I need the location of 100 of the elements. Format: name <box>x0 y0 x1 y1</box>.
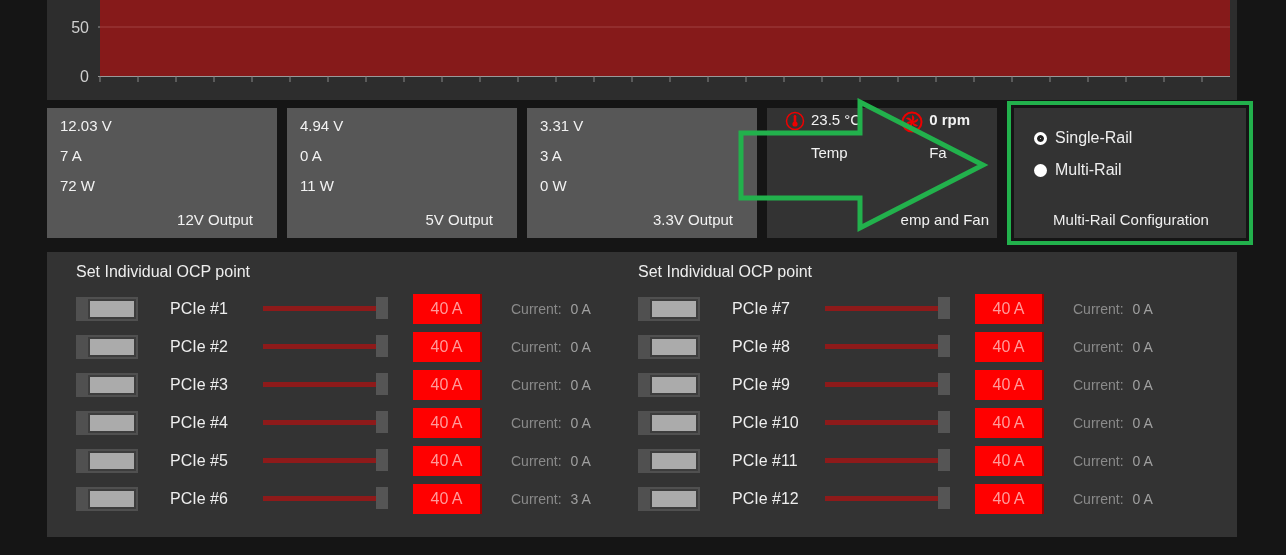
slider-thumb[interactable] <box>376 487 388 509</box>
axis-label: 0 <box>80 68 89 85</box>
current-label: Current: <box>1073 377 1124 393</box>
limit-field[interactable]: 40 A <box>975 446 1044 476</box>
current-value: 0 A <box>1132 339 1153 355</box>
limit-field[interactable]: 40 A <box>413 332 482 362</box>
card-title: emp and Fan <box>900 211 989 228</box>
radio-button[interactable] <box>1034 131 1047 145</box>
slider-track[interactable] <box>263 411 388 435</box>
toggle-switch[interactable] <box>638 373 700 397</box>
card-title: 12V Output <box>177 211 253 228</box>
rail-option[interactable]: Single-Rail <box>1034 122 1228 154</box>
slider-thumb[interactable] <box>376 373 388 395</box>
limit-field[interactable]: 40 A <box>413 484 482 514</box>
fan-speed-value: 0 rpm <box>929 111 971 128</box>
current-value: 0 A <box>570 453 591 469</box>
voltage-reading: 3.31 V <box>540 118 585 136</box>
limit-field[interactable]: 40 A <box>413 294 482 324</box>
slider-track[interactable] <box>825 297 950 321</box>
rail-name: PCIe #9 <box>731 376 791 394</box>
slider-track[interactable] <box>263 449 388 473</box>
slider-thumb[interactable] <box>938 449 950 471</box>
limit-field[interactable]: 40 A <box>975 332 1044 362</box>
slider-track[interactable] <box>825 449 950 473</box>
slider-thumb[interactable] <box>938 335 950 357</box>
limit-field[interactable]: 40 A <box>975 408 1044 438</box>
toggle-switch[interactable] <box>76 335 138 359</box>
slider-thumb[interactable] <box>938 373 950 395</box>
limit-field[interactable]: 40 A <box>975 294 1044 324</box>
axis-label: 50 <box>71 19 89 36</box>
toggle-switch[interactable] <box>638 335 700 359</box>
slider-track[interactable] <box>263 373 388 397</box>
current-label: Current: <box>1073 453 1124 469</box>
current-label: Current: <box>1073 491 1124 507</box>
slider-thumb[interactable] <box>376 449 388 471</box>
toggle-switch[interactable] <box>638 297 700 321</box>
slider-thumb[interactable] <box>938 297 950 319</box>
current-label: Current: <box>511 339 562 355</box>
toggle-switch[interactable] <box>638 487 700 511</box>
current-value: 3 A <box>570 491 591 507</box>
current-label: Current: <box>1073 339 1124 355</box>
slider-thumb[interactable] <box>376 297 388 319</box>
rail-name: PCIe #10 <box>731 414 800 432</box>
rail-name: PCIe #6 <box>169 490 229 508</box>
rail-name: PCIe #12 <box>731 490 800 508</box>
current-label: Current: <box>511 377 562 393</box>
toggle-switch[interactable] <box>76 373 138 397</box>
rail-name: PCIe #7 <box>731 300 791 318</box>
current-label: Current: <box>511 301 562 317</box>
limit-field[interactable]: 40 A <box>975 370 1044 400</box>
rail-option[interactable]: Multi-Rail <box>1034 154 1228 186</box>
card-title: 5V Output <box>425 211 493 228</box>
slider-track[interactable] <box>263 297 388 321</box>
toggle-switch[interactable] <box>638 411 700 435</box>
power-reading: 11 W <box>300 178 335 196</box>
current-reading: 3 A <box>540 148 563 166</box>
current-label: Current: <box>511 415 562 431</box>
current-value: 0 A <box>570 301 591 317</box>
slider-track[interactable] <box>825 411 950 435</box>
current-value: 0 A <box>1132 301 1153 317</box>
rail-name: PCIe #1 <box>169 300 229 318</box>
slider-thumb[interactable] <box>376 335 388 357</box>
current-label: Current: <box>1073 301 1124 317</box>
rail-name: PCIe #4 <box>169 414 229 432</box>
current-value: 0 A <box>570 415 591 431</box>
rail-name: PCIe #3 <box>169 376 229 394</box>
current-value: 0 A <box>1132 491 1153 507</box>
voltage-reading: 12.03 V <box>60 118 113 136</box>
limit-field[interactable]: 40 A <box>413 408 482 438</box>
slider-thumb[interactable] <box>376 411 388 433</box>
toggle-switch[interactable] <box>638 449 700 473</box>
slider-track[interactable] <box>263 335 388 359</box>
rail-name: PCIe #11 <box>731 452 799 470</box>
slider-track[interactable] <box>825 487 950 511</box>
limit-field[interactable]: 40 A <box>413 446 482 476</box>
slider-thumb[interactable] <box>938 411 950 433</box>
power-reading: 0 W <box>540 178 568 196</box>
toggle-switch[interactable] <box>76 297 138 321</box>
fan-label: Fa <box>929 144 948 161</box>
temperature-label: Temp <box>811 144 849 161</box>
radio-button[interactable] <box>1034 163 1047 177</box>
power-reading: 72 W <box>60 178 96 196</box>
toggle-switch[interactable] <box>76 449 138 473</box>
current-value: 0 A <box>1132 415 1153 431</box>
rail-name: PCIe #5 <box>169 452 229 470</box>
slider-thumb[interactable] <box>938 487 950 509</box>
slider-track[interactable] <box>263 487 388 511</box>
slider-track[interactable] <box>825 335 950 359</box>
slider-track[interactable] <box>825 373 950 397</box>
limit-field[interactable]: 40 A <box>975 484 1044 514</box>
rail-name: PCIe #2 <box>169 338 229 356</box>
toggle-switch[interactable] <box>76 411 138 435</box>
thermometer-icon <box>785 111 805 131</box>
current-label: Current: <box>1073 415 1124 431</box>
current-value: 0 A <box>1132 377 1153 393</box>
current-label: Current: <box>511 453 562 469</box>
toggle-switch[interactable] <box>76 487 138 511</box>
rail-name: PCIe #8 <box>731 338 791 356</box>
current-label: Current: <box>511 491 562 507</box>
limit-field[interactable]: 40 A <box>413 370 482 400</box>
